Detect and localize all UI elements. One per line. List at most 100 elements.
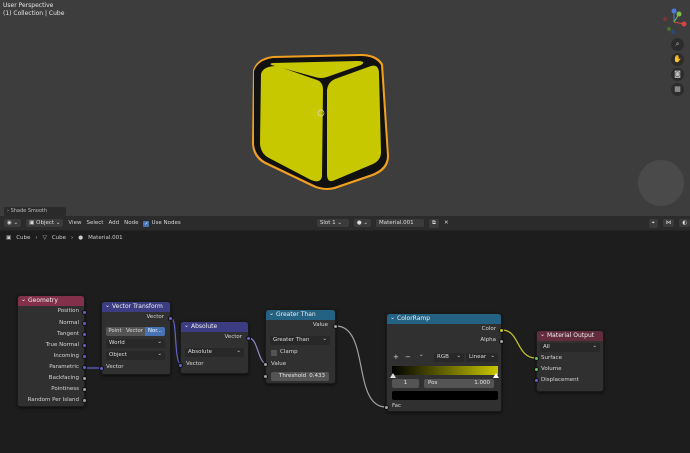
hand-pan-icon[interactable]: ✋	[671, 53, 684, 66]
last-operator-panel[interactable]: › Shade Smooth	[4, 207, 66, 216]
editor-type-button[interactable]: ◉ ⌄	[4, 219, 22, 227]
clamp-checkbox[interactable]	[271, 350, 277, 356]
stop-marker-left-icon[interactable]	[390, 373, 396, 378]
colorramp-title[interactable]: ColorRamp	[387, 313, 501, 324]
camera-icon[interactable]: ◙	[671, 68, 684, 81]
material-browse-button[interactable]: ● ⌄	[353, 219, 372, 227]
geometry-output-tangent: Tangent	[57, 331, 79, 337]
colorramp-alpha-socket[interactable]	[499, 339, 504, 344]
greater-than-input-socket[interactable]	[263, 362, 268, 367]
navigation-gizmo[interactable]	[660, 8, 688, 36]
geometry-output-backfacing: Backfacing	[48, 375, 79, 381]
geometry-output-parametric: Parametric	[49, 364, 79, 370]
socket-incoming[interactable]	[82, 354, 87, 359]
absolute-output-socket[interactable]	[246, 336, 251, 341]
colorramp-input-fac-label: Fac	[392, 403, 402, 409]
view-mode-label: User Perspective	[3, 2, 54, 9]
vector-transform-output-label: Vector	[146, 314, 164, 320]
absolute-output-label: Vector	[224, 334, 242, 340]
material-name-field[interactable]: Material.001	[376, 219, 425, 227]
type-point-button[interactable]: Point	[106, 327, 124, 336]
displacement-socket[interactable]	[534, 378, 539, 383]
add-stop-button[interactable]: +	[393, 353, 399, 361]
object-icon: ▣	[6, 235, 12, 241]
grid-icon[interactable]: ▦	[671, 83, 684, 96]
math-operation-dropdown[interactable]: Greater Than	[270, 335, 330, 345]
colorramp-color-socket[interactable]	[499, 328, 504, 333]
gizmo-z-icon	[671, 8, 677, 14]
stop-index-field[interactable]: 1	[392, 379, 419, 388]
absolute-operation-dropdown[interactable]: Absolute	[185, 347, 244, 357]
absolute-input-socket[interactable]	[178, 363, 183, 368]
greater-than-input-label: Value	[271, 361, 287, 367]
interpolation-dropdown[interactable]: Linear	[466, 352, 498, 362]
socket-parametric[interactable]	[82, 365, 87, 370]
vector-transform-output-socket[interactable]	[168, 316, 173, 321]
threshold-field[interactable]: Threshold 0.433	[271, 372, 329, 381]
overlay-icon[interactable]: ◐	[679, 219, 690, 227]
greater-than-output-socket[interactable]	[333, 324, 338, 329]
geometry-output-normal: Normal	[59, 320, 79, 326]
node-editor-icon: ◉	[7, 220, 12, 226]
zoom-icon[interactable]: ⌕	[671, 38, 684, 51]
surface-socket[interactable]	[534, 356, 539, 361]
object-mode-dropdown[interactable]: ▣ Object ⌄	[26, 219, 64, 227]
navigation-circle[interactable]	[638, 160, 684, 206]
type-vector-button[interactable]: Vector	[124, 327, 145, 336]
color-ramp-gradient[interactable]	[392, 366, 498, 375]
greater-than-title[interactable]: Greater Than	[266, 309, 335, 320]
colorramp-fac-socket[interactable]	[384, 405, 389, 410]
pin-icon[interactable]: ⌖	[648, 218, 658, 228]
material-output-volume-label: Volume	[541, 366, 562, 372]
ramp-menu-chevron-icon[interactable]: ⌄	[419, 352, 424, 358]
threshold-label: Threshold	[279, 373, 307, 379]
socket-true-normal[interactable]	[82, 343, 87, 348]
socket-tangent[interactable]	[82, 332, 87, 337]
material-output-displacement-label: Displacement	[541, 377, 579, 383]
threshold-value: 0.433	[309, 373, 325, 379]
breadcrumb-item[interactable]: Material.001	[88, 235, 123, 241]
menu-select[interactable]: Select	[86, 220, 103, 226]
last-operator-label: Shade Smooth	[10, 208, 48, 214]
snap-icon[interactable]: ⋈	[662, 219, 675, 227]
menu-add[interactable]: Add	[108, 220, 119, 226]
vector-transform-input-socket[interactable]	[99, 366, 104, 371]
breadcrumb-item[interactable]: Cube	[16, 235, 30, 241]
pos-label: Pos	[428, 380, 438, 386]
stop-position-field[interactable]: Pos 1.000	[424, 379, 494, 388]
socket-normal[interactable]	[82, 321, 87, 326]
remove-stop-button[interactable]: −	[405, 353, 411, 361]
convert-from-dropdown[interactable]: World	[106, 338, 165, 348]
geometry-output-incoming: Incoming	[53, 353, 79, 359]
socket-position[interactable]	[82, 310, 87, 315]
cube-object[interactable]	[243, 52, 393, 192]
color-mode-dropdown[interactable]: RGB	[434, 352, 464, 362]
stop-color-swatch[interactable]	[392, 391, 498, 400]
convert-to-dropdown[interactable]: Object	[106, 350, 165, 360]
absolute-input-label: Vector	[186, 361, 204, 367]
socket-random-per-island[interactable]	[82, 398, 87, 403]
menu-node[interactable]: Node	[124, 220, 138, 226]
type-normal-button[interactable]: Nor...	[145, 327, 165, 336]
volume-socket[interactable]	[534, 367, 539, 372]
material-output-title[interactable]: Material Output	[537, 330, 603, 341]
menu-view[interactable]: View	[68, 220, 81, 226]
output-target-dropdown[interactable]: All	[540, 342, 600, 352]
breadcrumb-item[interactable]: Cube	[52, 235, 66, 241]
stop-marker-right-icon[interactable]	[493, 373, 499, 378]
socket-pointiness[interactable]	[82, 387, 87, 392]
close-icon[interactable]: ✕	[444, 220, 449, 226]
vector-transform-title[interactable]: Vector Transform	[102, 301, 170, 312]
mesh-icon: ▽	[42, 235, 47, 241]
duplicate-material-icon[interactable]: ⧉	[429, 218, 439, 228]
use-nodes-toggle[interactable]: ✓ Use Nodes	[143, 220, 181, 227]
absolute-title[interactable]: Absolute	[181, 321, 248, 332]
socket-backfacing[interactable]	[82, 376, 87, 381]
gizmo-x-icon	[681, 21, 687, 27]
slot-dropdown[interactable]: Slot 1 ⌄	[316, 219, 349, 227]
gizmo-y-icon	[676, 11, 682, 17]
geometry-output-true-normal: True Normal	[45, 342, 79, 348]
geometry-node-title[interactable]: Geometry	[18, 295, 84, 306]
3d-viewport[interactable]: User Perspective (1) Collection | Cube ⌕…	[0, 0, 690, 216]
threshold-socket[interactable]	[263, 374, 268, 379]
